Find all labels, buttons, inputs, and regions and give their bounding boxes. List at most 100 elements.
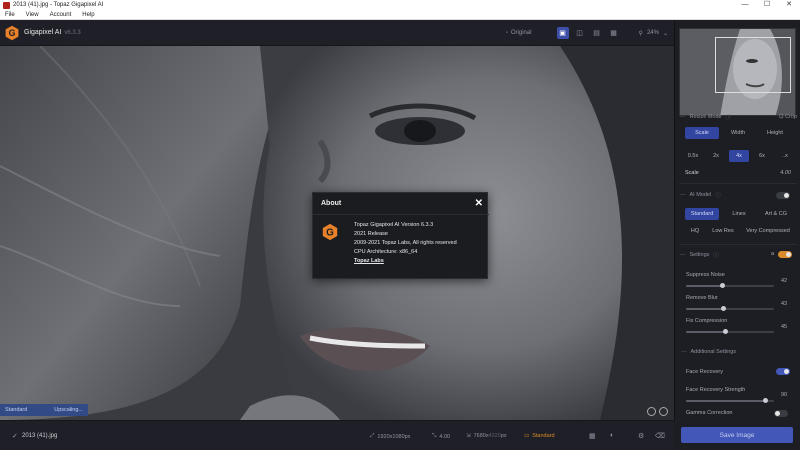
side-by-side-icon: ▤ — [593, 30, 600, 37]
split-view-button[interactable]: ◫ — [574, 27, 586, 39]
compare-view-button[interactable]: ▦ — [608, 27, 620, 39]
suppress-noise-slider[interactable] — [686, 283, 774, 288]
grid-icon[interactable]: ▦ — [589, 432, 597, 440]
single-view-icon: ▣ — [559, 30, 566, 37]
gamma-correction-toggle[interactable] — [774, 410, 788, 417]
checkmark-icon[interactable]: ✓ — [12, 432, 18, 440]
ai-model-label: AI Model — [689, 192, 712, 198]
toggle-knob — [784, 369, 789, 374]
model-icon: ▭ — [524, 433, 530, 439]
close-icon[interactable]: ✕ — [475, 198, 483, 209]
scale-value[interactable]: 4.00 — [780, 170, 791, 176]
save-image-button[interactable]: Save Image — [681, 427, 793, 443]
zoom-icon: ⚲ — [638, 30, 643, 37]
about-info: Topaz Gigapixel AI Version 6.3.3 2021 Re… — [354, 221, 457, 257]
remove-blur-value[interactable]: 43 — [781, 301, 787, 307]
original-toggle[interactable]: ▫ Original — [506, 30, 532, 36]
contrast-icon[interactable]: ◐ — [610, 432, 618, 440]
fix-compression-label: Fix Compression — [686, 318, 728, 324]
app-icon — [3, 1, 10, 9]
about-version: Topaz Gigapixel AI Version 6.3.3 — [354, 222, 434, 228]
model-readout-value: Standard — [532, 433, 555, 439]
image-size-icon: ⤢ — [370, 433, 375, 439]
file-name[interactable]: 2013 (41).jpg — [22, 433, 57, 439]
processing-status: Standard Upscaling... — [0, 404, 88, 416]
slider-knob[interactable] — [720, 283, 726, 288]
menu-help[interactable]: Help — [82, 12, 94, 18]
toggle-knob — [775, 411, 780, 416]
canvas-corner-icons — [647, 407, 668, 416]
about-title: About — [321, 200, 342, 207]
remove-blur-slider[interactable] — [686, 306, 774, 311]
model-lines[interactable]: Lines — [722, 208, 756, 220]
trash-icon[interactable]: ⌫ — [655, 432, 665, 440]
scale-6x[interactable]: 6x — [752, 150, 772, 162]
model-standard[interactable]: Standard — [685, 208, 719, 220]
menu-bar: File View Account Help — [0, 10, 800, 20]
face-strength-label: Face Recovery Strength — [686, 387, 746, 393]
about-dialog: About ✕ G Topaz Gigapixel AI Version 6.3… — [312, 192, 489, 279]
face-recovery-toggle[interactable] — [776, 368, 790, 375]
auto-settings-toggle[interactable] — [778, 251, 792, 258]
face-strength-slider[interactable] — [686, 398, 774, 403]
fix-compression-slider[interactable] — [686, 329, 774, 334]
topaz-logo-icon: G — [322, 223, 338, 241]
tab-scale[interactable]: Scale — [685, 127, 719, 139]
model-low-res[interactable]: Low Res — [709, 225, 737, 237]
face-strength-value[interactable]: 90 — [781, 392, 787, 398]
model-very-compressed[interactable]: Very Compressed — [740, 225, 796, 237]
tab-width[interactable]: Width — [721, 127, 755, 139]
svg-text:G: G — [326, 228, 334, 239]
gigapixel-logo-icon: G — [5, 25, 19, 40]
scale-readout: 4.00 — [439, 433, 451, 440]
collapse-chevron-icon[interactable]: — — [680, 252, 686, 258]
slider-knob[interactable] — [762, 398, 768, 403]
chevron-down-icon: ⌄ — [662, 30, 668, 37]
collapse-chevron-icon[interactable]: — — [680, 192, 686, 198]
output-size: ⇲ 7680x 4320 px — [466, 433, 507, 439]
smiley-icon[interactable] — [659, 407, 668, 416]
single-view-button[interactable]: ▣ — [556, 27, 569, 39]
preview-viewport-box[interactable] — [715, 37, 791, 93]
zoom-control[interactable]: ⚲ 24% ⌄ — [639, 30, 668, 37]
scale-0-5x[interactable]: 0.5x — [683, 150, 703, 162]
slider-knob[interactable] — [721, 306, 727, 311]
model-art-cg[interactable]: Art & CG — [759, 208, 793, 220]
status-model: Standard — [5, 407, 28, 413]
ai-model-auto-toggle[interactable] — [776, 192, 790, 199]
model-hq[interactable]: HQ — [681, 225, 709, 237]
fix-compression-value[interactable]: 45 — [781, 324, 787, 330]
scale-2x[interactable]: 2x — [706, 150, 726, 162]
navigator-preview[interactable] — [679, 28, 796, 116]
output-scale: ⤡ 4.00 — [432, 433, 450, 440]
topaz-labs-link[interactable]: Topaz Labs — [354, 258, 384, 264]
crop-toggle[interactable]: ⊡ Crop — [779, 114, 797, 120]
face-icon[interactable] — [647, 407, 656, 416]
minimize-button[interactable]: — — [734, 0, 756, 10]
original-icon: ▫ — [505, 30, 508, 36]
scale-custom[interactable]: ..x — [775, 150, 795, 162]
face-recovery-label: Face Recovery — [686, 369, 723, 375]
collapse-chevron-icon[interactable]: — — [680, 114, 686, 120]
slider-fill — [686, 400, 766, 402]
about-copyright: 2009-2021 Topaz Labs, All rights reserve… — [354, 240, 457, 246]
suppress-noise-value[interactable]: 42 — [781, 278, 787, 284]
resize-mode-header: — Resize Mode ⓘ ⊡ Crop — [675, 112, 800, 122]
menu-account[interactable]: Account — [50, 12, 72, 18]
tab-height[interactable]: Height — [758, 127, 792, 139]
collapse-chevron-icon: — — [681, 349, 687, 355]
additional-settings-header[interactable]: — Additional Settings — [681, 347, 736, 357]
scale-4x[interactable]: 4x — [729, 150, 749, 162]
menu-file[interactable]: File — [5, 12, 15, 18]
info-icon: ⓘ — [715, 193, 721, 199]
maximize-button[interactable]: ☐ — [756, 0, 778, 10]
slider-fill — [686, 285, 723, 287]
window-title: 2013 (41).jpg - Topaz Gigapixel AI — [13, 2, 104, 8]
save-image-label: Save Image — [719, 431, 755, 439]
close-window-button[interactable]: ✕ — [778, 0, 800, 10]
output-size-icon: ⇲ — [466, 433, 471, 439]
side-by-side-button[interactable]: ▤ — [591, 27, 603, 39]
slider-knob[interactable] — [723, 329, 729, 334]
settings-icon[interactable]: ⚙ — [638, 432, 646, 440]
menu-view[interactable]: View — [26, 12, 39, 18]
